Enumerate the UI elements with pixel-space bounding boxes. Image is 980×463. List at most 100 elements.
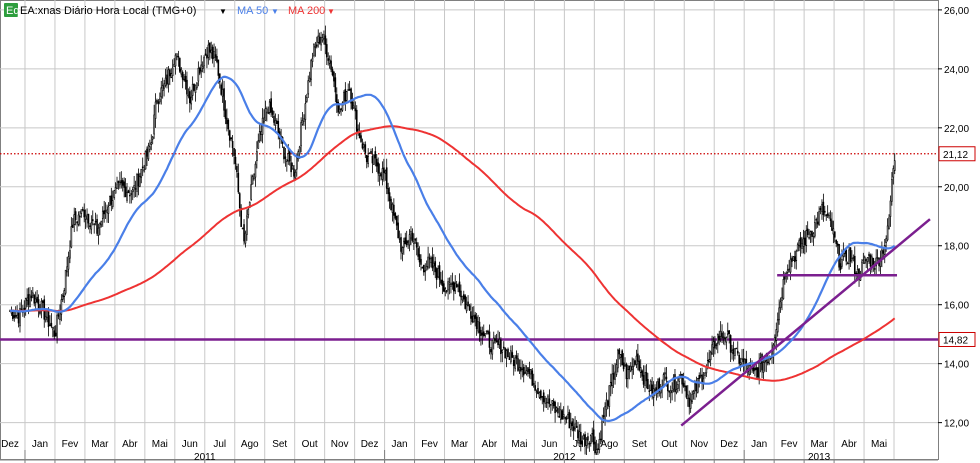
candle-body xyxy=(589,435,592,444)
candle-body xyxy=(742,358,745,363)
candle-body xyxy=(370,150,372,154)
candle xyxy=(756,367,759,380)
candle-body xyxy=(824,210,826,213)
candle xyxy=(354,101,357,120)
candle xyxy=(391,202,394,222)
candle-body xyxy=(611,373,613,386)
candle-body xyxy=(176,53,178,58)
candle xyxy=(210,41,213,59)
candle-body xyxy=(782,279,785,299)
candle-body xyxy=(882,250,885,254)
candle-body xyxy=(718,335,721,341)
candle-body xyxy=(93,223,95,226)
candle-body xyxy=(809,231,812,235)
candle xyxy=(196,81,198,90)
candle-body xyxy=(801,243,803,249)
candle-body xyxy=(371,155,374,164)
candle-body xyxy=(451,282,454,285)
candle xyxy=(184,70,187,90)
candle-body xyxy=(565,417,568,420)
candle-body xyxy=(407,241,409,243)
candle-body xyxy=(458,281,461,293)
candle-body xyxy=(527,367,529,372)
candle-body xyxy=(629,365,632,372)
candle xyxy=(721,324,723,343)
candle xyxy=(89,223,91,234)
candle-body xyxy=(705,366,708,374)
candle-body xyxy=(726,330,729,335)
x-month-label: Dez xyxy=(361,439,379,450)
candle xyxy=(515,350,518,365)
candle xyxy=(297,149,300,162)
candle xyxy=(94,212,97,226)
candle-body xyxy=(97,227,100,236)
symbol-label[interactable]: EA:xnas Diário Hora Local (TMG+0) xyxy=(20,5,196,17)
candle xyxy=(91,210,94,226)
ma200-dropdown-icon[interactable]: ▼ xyxy=(327,7,335,16)
candle-body xyxy=(755,367,758,371)
candle xyxy=(470,303,472,325)
candle xyxy=(778,299,780,325)
candle-body xyxy=(802,238,805,247)
candle-body xyxy=(133,185,135,189)
candle xyxy=(435,267,438,289)
x-month-label: Out xyxy=(661,439,677,450)
candle-body xyxy=(776,319,779,333)
candle xyxy=(80,209,83,218)
candle-body xyxy=(554,401,556,414)
candle xyxy=(123,177,125,198)
candle xyxy=(79,210,81,227)
candle-body xyxy=(515,355,518,359)
x-month-label: Jan xyxy=(392,439,408,450)
candle xyxy=(488,324,491,355)
candle-body xyxy=(692,391,695,394)
candle-body xyxy=(201,66,204,69)
candle-body xyxy=(274,120,277,126)
candle-body xyxy=(561,410,564,420)
candle xyxy=(622,353,625,372)
candle xyxy=(587,432,589,449)
candle-body xyxy=(398,238,401,240)
candle xyxy=(639,359,642,378)
candle xyxy=(568,409,571,429)
candle xyxy=(617,348,619,373)
candle-body xyxy=(716,333,719,344)
candle-body xyxy=(883,245,886,255)
candle xyxy=(153,104,155,139)
candle-body xyxy=(685,385,688,398)
candle xyxy=(214,46,217,61)
candle xyxy=(634,360,636,366)
candle-body xyxy=(151,136,154,140)
symbol-dropdown-icon[interactable]: ▼ xyxy=(219,7,227,16)
candle xyxy=(177,50,180,67)
candle xyxy=(67,251,70,277)
candle xyxy=(565,415,568,424)
candle-body xyxy=(286,159,288,162)
ma200-legend-label[interactable]: MA 200 xyxy=(288,5,325,17)
candle-body xyxy=(73,214,76,225)
support-label: 14,82 xyxy=(943,335,968,346)
candle-body xyxy=(808,237,810,239)
candle-body xyxy=(77,214,80,225)
candle xyxy=(181,70,184,89)
ma50-dropdown-icon[interactable]: ▼ xyxy=(271,7,279,16)
candle xyxy=(258,123,261,143)
ma50-legend-label[interactable]: MA 50 xyxy=(237,5,268,17)
candle-body xyxy=(177,55,180,58)
x-month-label: Fev xyxy=(421,439,438,450)
candle xyxy=(387,182,389,202)
candle-body xyxy=(310,60,312,80)
candle xyxy=(781,287,783,311)
candle xyxy=(592,420,595,451)
candle-body xyxy=(734,348,736,356)
candle-body xyxy=(233,148,235,157)
candle-body xyxy=(410,230,412,239)
candle-body xyxy=(437,268,439,278)
candle xyxy=(19,302,21,333)
candle-body xyxy=(531,370,534,386)
candle-body xyxy=(130,193,133,195)
candle-body xyxy=(438,265,441,280)
candle xyxy=(824,205,826,217)
candle-body xyxy=(343,92,345,105)
candle-body xyxy=(501,349,504,353)
